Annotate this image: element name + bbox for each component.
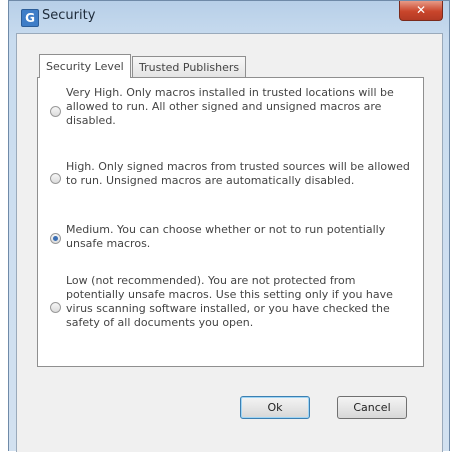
security-level-panel: Very High. Only macros installed in trus…: [37, 77, 424, 367]
option-low-label: Low (not recommended). You are not prote…: [66, 274, 393, 329]
radio-very-high[interactable]: [50, 106, 61, 117]
radio-low[interactable]: [50, 302, 61, 313]
app-logo-icon: G: [21, 9, 39, 27]
window-title: Security: [42, 8, 96, 23]
radio-medium[interactable]: [50, 233, 61, 244]
close-button[interactable]: ✕: [399, 1, 443, 21]
option-medium-label: Medium. You can choose whether or not to…: [66, 223, 386, 250]
radio-high[interactable]: [50, 173, 61, 184]
option-high-label: High. Only signed macros from trusted so…: [66, 160, 410, 187]
tab-security-level[interactable]: Security Level: [39, 54, 131, 78]
dialog-client-area: Security Level Trusted Publishers Very H…: [16, 33, 443, 452]
option-very-high-label: Very High. Only macros installed in trus…: [66, 86, 394, 127]
tab-trusted-publishers[interactable]: Trusted Publishers: [132, 56, 247, 78]
close-icon: ✕: [415, 3, 427, 17]
title-bar[interactable]: G Security ✕: [9, 1, 449, 33]
security-dialog: G Security ✕ Security Level Trusted Publ…: [8, 0, 450, 452]
cancel-button[interactable]: Cancel: [337, 396, 407, 419]
ok-button[interactable]: Ok: [240, 396, 310, 419]
